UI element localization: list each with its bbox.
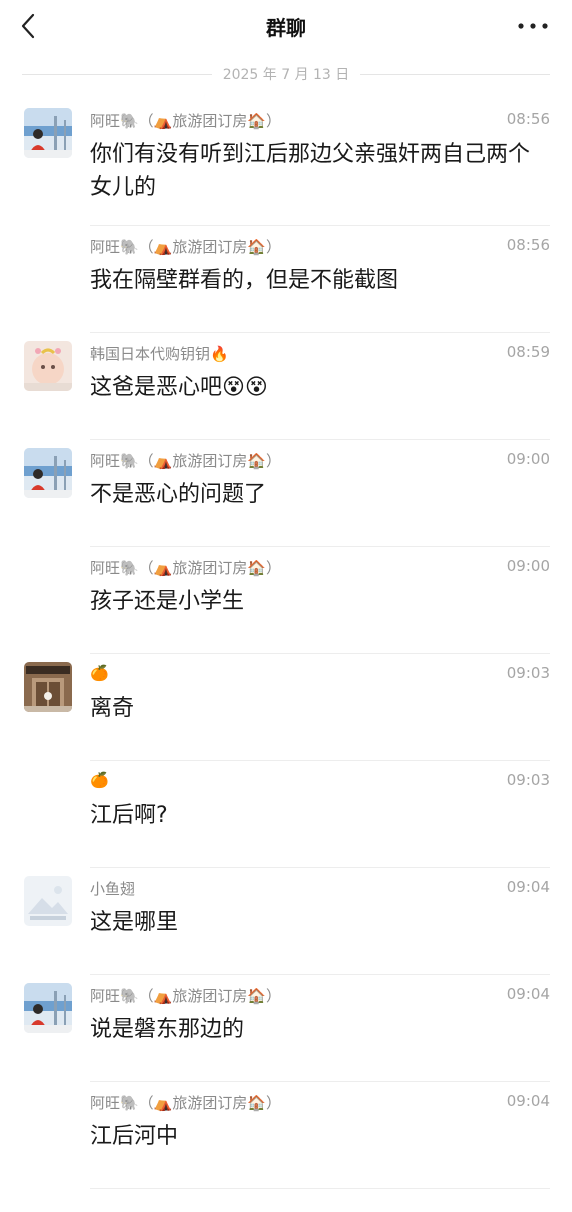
sender-name: 阿旺🐘（⛺旅游团订房🏠）	[90, 112, 282, 130]
avatar-baby-image	[24, 341, 72, 391]
list-item[interactable]: 🍊 09:03 离奇	[0, 654, 572, 761]
sender-name: 阿旺🐘（⛺旅游团订房🏠）	[90, 452, 282, 470]
sender-name: 小鱼翅	[90, 880, 136, 898]
message-time: 09:03	[506, 771, 550, 789]
sender-name: 阿旺🐘（⛺旅游团订房🏠）	[90, 559, 282, 577]
avatar-door-image	[24, 662, 72, 712]
message-time: 09:04	[506, 878, 550, 896]
avatar-awang-image	[24, 983, 72, 1033]
list-item[interactable]: 韩国日本代购钥钥🔥 08:59 这爸是恶心吧😵😵	[0, 333, 572, 440]
separator	[90, 1188, 550, 1189]
sender-name: 阿旺🐘（⛺旅游团订房🏠）	[90, 238, 282, 256]
sender-name: 韩国日本代购钥钥🔥	[90, 345, 229, 363]
message-list: 阿旺🐘（⛺旅游团订房🏠） 08:56 你们有没有听到江后那边父亲强奸两自己两个女…	[0, 100, 572, 1189]
message-text: 不是恶心的问题了	[90, 482, 267, 507]
divider-line	[360, 74, 550, 75]
sender-name: 阿旺🐘（⛺旅游团订房🏠）	[90, 1094, 282, 1112]
message-time: 08:59	[506, 343, 550, 361]
message-text: 孩子还是小学生	[90, 589, 245, 614]
sender-name: 🍊	[90, 664, 109, 682]
message-time: 09:04	[506, 985, 550, 1003]
avatar-awang-image	[24, 448, 72, 498]
date-divider: 2025 年 7 月 13 日	[22, 62, 550, 86]
sender-name: 阿旺🐘（⛺旅游团订房🏠）	[90, 987, 282, 1005]
avatar-awang-image	[24, 108, 72, 158]
message-time: 09:04	[506, 1092, 550, 1110]
list-item[interactable]: 🍊 09:03 江后啊?	[0, 761, 572, 868]
message-time: 09:03	[506, 664, 550, 682]
avatar[interactable]	[24, 108, 72, 158]
message-text: 我在隔壁群看的，但是不能截图	[90, 268, 399, 293]
message-text: 江后啊?	[90, 803, 168, 828]
page-title: 群聊	[266, 16, 306, 40]
list-item[interactable]: 阿旺🐘（⛺旅游团订房🏠） 09:04 江后河中	[0, 1082, 572, 1189]
avatar[interactable]	[24, 341, 72, 391]
avatar[interactable]	[24, 662, 72, 712]
avatar[interactable]	[24, 876, 72, 926]
message-text: 这爸是恶心吧😵😵	[90, 375, 268, 400]
ellipsis-icon[interactable]	[516, 14, 550, 38]
list-item[interactable]: 阿旺🐘（⛺旅游团订房🏠） 08:56 你们有没有听到江后那边父亲强奸两自己两个女…	[0, 100, 572, 226]
sender-name: 🍊	[90, 771, 109, 789]
chat-header: 群聊	[0, 0, 572, 52]
message-text: 离奇	[90, 696, 135, 721]
message-time: 08:56	[506, 236, 550, 254]
message-text: 你们有没有听到江后那边父亲强奸两自己两个女儿的	[90, 142, 531, 200]
message-time: 08:56	[506, 110, 550, 128]
message-text: 这是哪里	[90, 910, 179, 935]
list-item[interactable]: 阿旺🐘（⛺旅游团订房🏠） 08:56 我在隔壁群看的，但是不能截图	[0, 226, 572, 333]
message-time: 09:00	[506, 557, 550, 575]
avatar[interactable]	[24, 448, 72, 498]
message-text: 说是磐东那边的	[90, 1017, 245, 1042]
avatar[interactable]	[24, 983, 72, 1033]
list-item[interactable]: 阿旺🐘（⛺旅游团订房🏠） 09:00 孩子还是小学生	[0, 547, 572, 654]
list-item[interactable]: 小鱼翅 09:04 这是哪里	[0, 868, 572, 975]
message-text: 江后河中	[90, 1124, 179, 1149]
message-time: 09:00	[506, 450, 550, 468]
list-item[interactable]: 阿旺🐘（⛺旅游团订房🏠） 09:00 不是恶心的问题了	[0, 440, 572, 547]
list-item[interactable]: 阿旺🐘（⛺旅游团订房🏠） 09:04 说是磐东那边的	[0, 975, 572, 1082]
avatar-placeholder-image	[24, 876, 72, 926]
